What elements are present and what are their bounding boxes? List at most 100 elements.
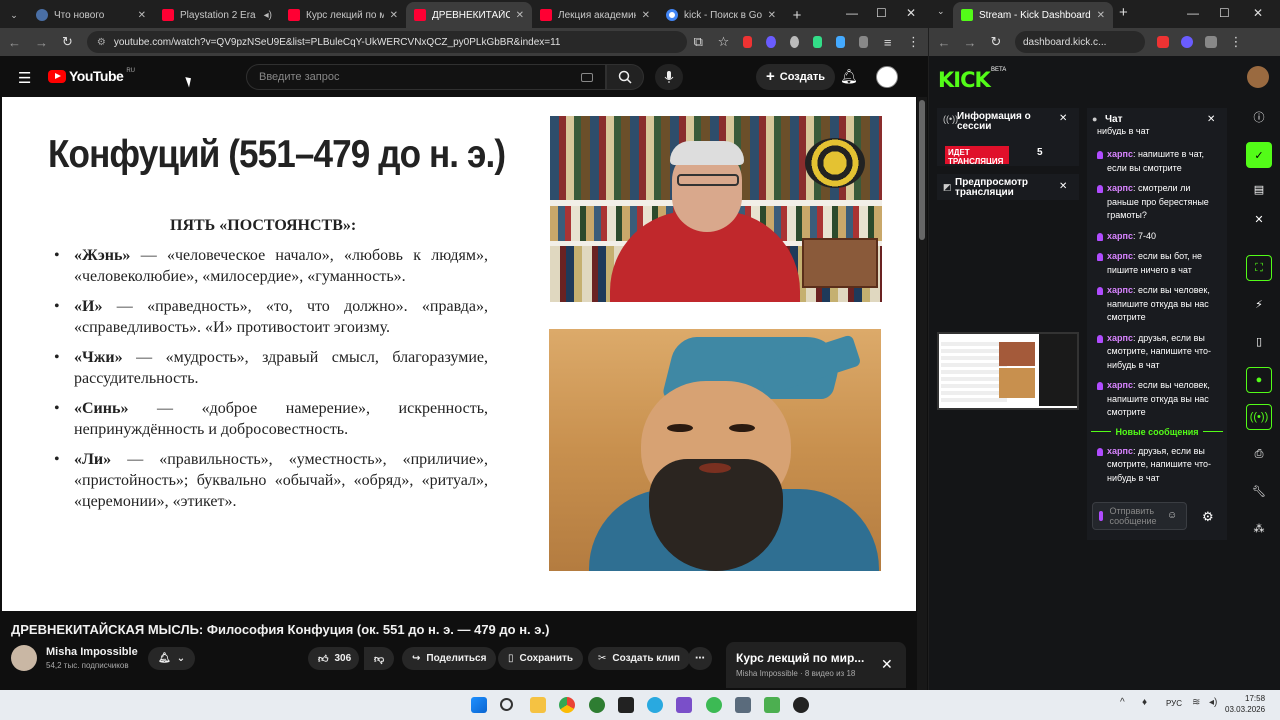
chat-username[interactable]: харпс <box>1107 285 1133 295</box>
maximize-button[interactable]: ☐ <box>876 6 887 20</box>
share-button[interactable]: ↪ Поделиться <box>402 647 497 670</box>
app-icon[interactable] <box>589 697 605 713</box>
layout-icon[interactable]: ▤ <box>1246 176 1272 202</box>
check-icon[interactable]: ✓ <box>1246 142 1272 168</box>
scrollbar-thumb[interactable] <box>919 100 925 240</box>
chat-username[interactable]: харпс <box>1107 183 1133 193</box>
fullscreen-icon[interactable]: ⛶ <box>1246 255 1272 281</box>
menu-icon[interactable]: ⋮ <box>1229 34 1243 50</box>
playlist-card[interactable]: Курс лекций по мир... Misha Impossible ·… <box>726 642 906 688</box>
close-tab-icon[interactable]: ✕ <box>768 10 776 21</box>
chat-username[interactable]: харпс <box>1107 380 1133 390</box>
emoji-icon[interactable]: ☺ <box>1167 510 1177 521</box>
like-button[interactable]: 👍︎ 306 <box>308 647 360 670</box>
forward-icon[interactable]: → <box>963 35 977 50</box>
forward-icon[interactable]: → <box>35 35 48 50</box>
extension-icon[interactable] <box>835 36 846 48</box>
tab-google[interactable]: kick - Поиск в Google ✕ <box>658 2 784 28</box>
app-icon[interactable] <box>618 697 634 713</box>
print-icon[interactable]: ⎙ <box>1246 441 1272 467</box>
close-panel-icon[interactable]: ✕ <box>1059 113 1067 124</box>
chrome-icon[interactable] <box>559 697 575 713</box>
tray-chevron-icon[interactable]: ^ <box>1120 697 1125 708</box>
tab-course[interactable]: Курс лекций по мир ✕ <box>280 2 406 28</box>
extension-icon[interactable] <box>789 36 799 48</box>
site-info-icon[interactable]: ⚙ <box>97 37 106 48</box>
audio-icon[interactable]: ◂) <box>264 10 272 21</box>
kick-logo[interactable]: KICK <box>938 68 991 92</box>
chat-username[interactable]: харпс <box>1107 333 1133 343</box>
file-explorer-icon[interactable] <box>530 697 546 713</box>
clip-button[interactable]: ✂ Создать клип <box>588 647 690 670</box>
broadcast-icon[interactable]: ((•)) <box>1246 404 1272 430</box>
maximize-button[interactable]: ☐ <box>1219 6 1230 20</box>
app-icon[interactable] <box>676 697 692 713</box>
close-tab-icon[interactable]: ✕ <box>390 10 398 21</box>
app-icon[interactable] <box>706 697 722 713</box>
document-icon[interactable]: ▯ <box>1246 328 1272 354</box>
hamburger-menu-icon[interactable]: ☰ <box>18 69 31 87</box>
extension-icon[interactable] <box>1181 36 1193 48</box>
close-icon[interactable]: ✕ <box>1246 206 1272 232</box>
chat-username[interactable]: харпс <box>1107 251 1133 261</box>
user-avatar[interactable] <box>1247 66 1269 88</box>
back-icon[interactable]: ← <box>937 35 951 50</box>
channel-name[interactable]: Misha Impossible <box>46 646 138 658</box>
account-avatar[interactable] <box>876 66 898 88</box>
close-window-button[interactable]: ✕ <box>906 6 916 20</box>
tab-lecture[interactable]: Лекция академика Р ✕ <box>532 2 658 28</box>
notifications-subscribe-button[interactable]: 🔔︎ ⌄ <box>148 647 196 670</box>
voice-search-button[interactable] <box>655 64 683 90</box>
stream-preview-thumbnail[interactable] <box>937 332 1079 410</box>
reload-icon[interactable]: ↻ <box>62 34 73 50</box>
install-icon[interactable]: ⧉ <box>693 34 704 50</box>
start-menu-icon[interactable] <box>471 697 487 713</box>
extension-icon[interactable] <box>766 36 776 48</box>
menu-icon[interactable]: ⋮ <box>907 34 920 50</box>
tab-ps2[interactable]: Playstation 2 Era A ◂) <box>154 2 280 28</box>
tab-search-icon[interactable]: ⌄ <box>0 2 28 28</box>
extensions-puzzle-icon[interactable] <box>1205 36 1217 48</box>
keyboard-icon[interactable] <box>581 72 593 82</box>
url-field[interactable]: dashboard.kick.c... <box>1015 31 1145 53</box>
new-tab-button[interactable]: + <box>1119 4 1128 21</box>
tab-search-icon[interactable]: ⌄ <box>937 6 945 17</box>
extension-icon[interactable] <box>812 36 822 48</box>
close-playlist-icon[interactable]: ✕ <box>881 656 893 673</box>
dislike-button[interactable]: 👎︎ <box>364 647 395 670</box>
tab-ancient-china[interactable]: ДРЕВНЕКИТАЙСК ✕ <box>406 2 532 28</box>
close-tab-icon[interactable]: ✕ <box>138 10 146 21</box>
close-chat-icon[interactable]: ✕ <box>1207 114 1215 125</box>
app-icon[interactable] <box>793 697 809 713</box>
info-icon[interactable]: ⓘ <box>1246 104 1272 130</box>
close-tab-icon[interactable]: ✕ <box>1097 10 1105 21</box>
chat-settings-gear-icon[interactable]: ⚙ <box>1202 509 1214 525</box>
new-tab-button[interactable]: + <box>784 2 810 28</box>
youtube-logo[interactable]: YouTube RU <box>48 68 135 84</box>
downloads-icon[interactable]: ≡ <box>882 35 893 50</box>
app-icon[interactable] <box>735 697 751 713</box>
minimize-button[interactable]: — <box>1187 6 1199 20</box>
clock[interactable]: 17:58 03.03.2026 <box>1225 693 1265 715</box>
wrench-icon[interactable]: 🔧︎ <box>1246 478 1272 504</box>
app-icon[interactable] <box>764 697 780 713</box>
chat-username[interactable]: харпс <box>1107 231 1133 241</box>
channel-avatar[interactable] <box>11 645 37 671</box>
search-input[interactable]: Введите запрос <box>246 64 606 90</box>
notifications-bell-icon[interactable]: 🔔︎ <box>840 68 858 85</box>
extension-icon[interactable] <box>743 36 753 48</box>
close-tab-icon[interactable]: ✕ <box>642 10 650 21</box>
lightning-icon[interactable]: ⚡ <box>1246 291 1272 317</box>
share-nodes-icon[interactable]: ⁂ <box>1246 515 1272 541</box>
chat-username[interactable]: харпс <box>1107 446 1133 456</box>
wifi-icon[interactable]: ≋ <box>1192 697 1200 708</box>
create-button[interactable]: + Создать <box>756 64 836 90</box>
close-tab-icon[interactable]: ✕ <box>516 10 524 21</box>
search-icon[interactable] <box>500 698 513 711</box>
extension-icon[interactable] <box>1157 36 1169 48</box>
volume-icon[interactable]: ◂) <box>1209 697 1217 708</box>
telegram-icon[interactable] <box>647 697 663 713</box>
url-field[interactable]: ⚙ youtube.com/watch?v=QV9pzNSeU9E&list=P… <box>86 31 687 53</box>
bookmark-star-icon[interactable]: ☆ <box>718 34 730 50</box>
close-window-button[interactable]: ✕ <box>1253 6 1263 20</box>
